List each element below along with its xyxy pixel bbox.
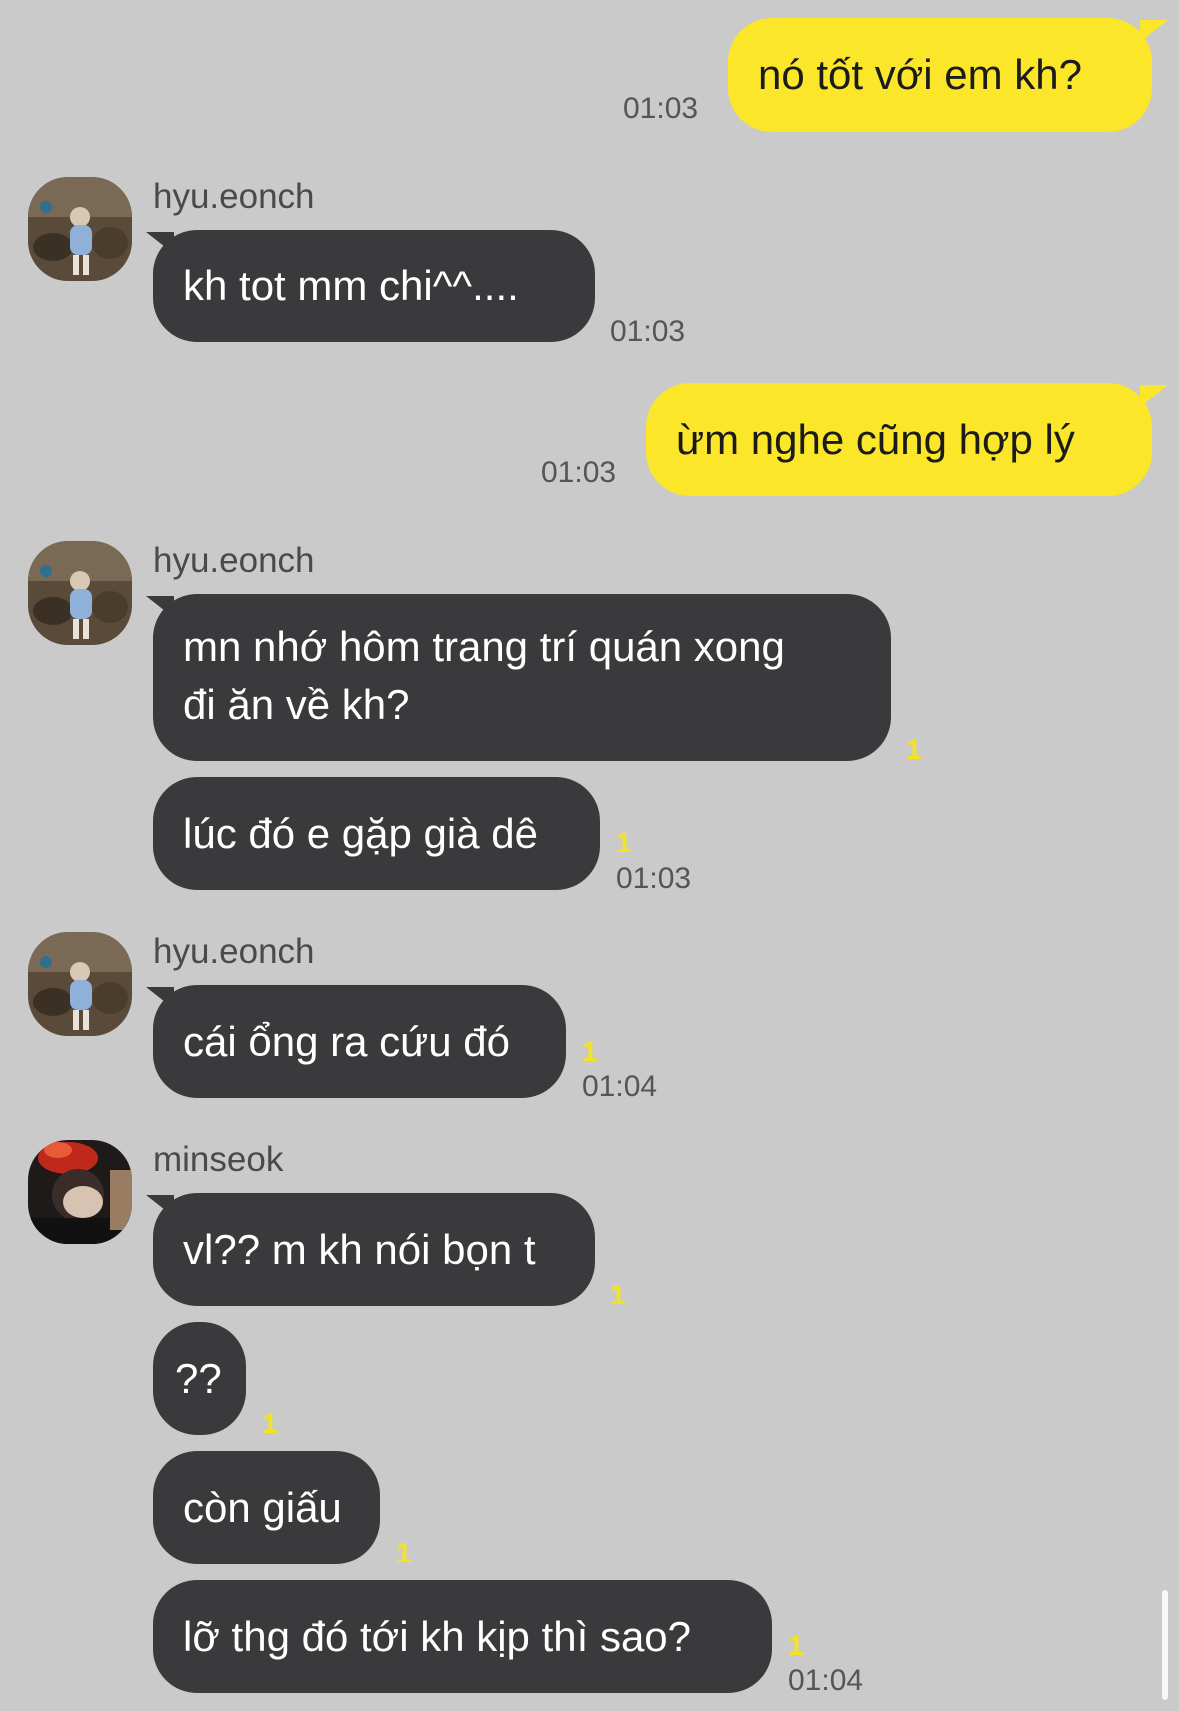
sender-name: hyu.eonch — [153, 541, 315, 580]
message-time: 01:03 — [541, 456, 617, 489]
message-text: kh tot mm chi^^.... — [183, 262, 519, 309]
message-text: còn giấu — [183, 1484, 342, 1531]
message-text: lúc đó e gặp già dê — [183, 810, 538, 857]
unread-count: 1 — [396, 1537, 412, 1568]
bubble-tail — [1140, 385, 1168, 407]
avatar[interactable] — [28, 932, 132, 1036]
message-text: nó tốt với em kh? — [758, 51, 1083, 98]
bubble-tail — [1140, 20, 1168, 42]
unread-count: 1 — [906, 734, 922, 765]
incoming-message-bubble[interactable]: lúc đó e gặp già dê — [153, 777, 600, 890]
unread-count: 1 — [582, 1036, 598, 1067]
incoming-message-bubble[interactable]: kh tot mm chi^^.... — [153, 230, 595, 342]
sender-name: hyu.eonch — [153, 932, 315, 971]
unread-count: 1 — [616, 827, 632, 858]
message-text-line: mn nhớ hôm trang trí quán xong — [183, 623, 785, 670]
message-text: vl?? m kh nói bọn t — [183, 1226, 536, 1273]
unread-count: 1 — [788, 1630, 804, 1661]
message-text: cái ổng ra cứu đó — [183, 1018, 510, 1065]
message-text-line: đi ăn về kh? — [183, 681, 410, 728]
incoming-message-bubble[interactable]: cái ổng ra cứu đó — [153, 985, 566, 1098]
avatar[interactable] — [28, 177, 132, 281]
unread-count: 1 — [262, 1408, 278, 1439]
incoming-message-bubble[interactable]: ?? — [153, 1322, 246, 1435]
avatar[interactable] — [28, 541, 132, 645]
message-time: 01:03 — [623, 92, 699, 125]
message-time: 01:04 — [788, 1664, 864, 1697]
sender-name: hyu.eonch — [153, 177, 315, 216]
incoming-message-bubble[interactable]: lỡ thg đó tới kh kịp thì sao? — [153, 1580, 772, 1693]
sender-name: minseok — [153, 1140, 284, 1179]
message-text: lỡ thg đó tới kh kịp thì sao? — [183, 1613, 692, 1660]
incoming-message-bubble[interactable]: còn giấu — [153, 1451, 380, 1564]
outgoing-message-bubble[interactable]: nó tốt với em kh? — [728, 18, 1152, 132]
scrollbar[interactable] — [1162, 1590, 1168, 1700]
message-text: ừm nghe cũng hợp lý — [676, 416, 1075, 463]
message-time: 01:03 — [616, 862, 692, 895]
message-text: ?? — [175, 1355, 222, 1402]
message-time: 01:03 — [610, 315, 686, 348]
incoming-message-bubble[interactable]: vl?? m kh nói bọn t — [153, 1193, 595, 1306]
incoming-message-bubble[interactable]: mn nhớ hôm trang trí quán xong đi ăn về … — [153, 594, 891, 761]
message-time: 01:04 — [582, 1070, 658, 1103]
outgoing-message-bubble[interactable]: ừm nghe cũng hợp lý — [646, 383, 1152, 496]
avatar[interactable] — [28, 1140, 132, 1244]
unread-count: 1 — [610, 1279, 626, 1310]
